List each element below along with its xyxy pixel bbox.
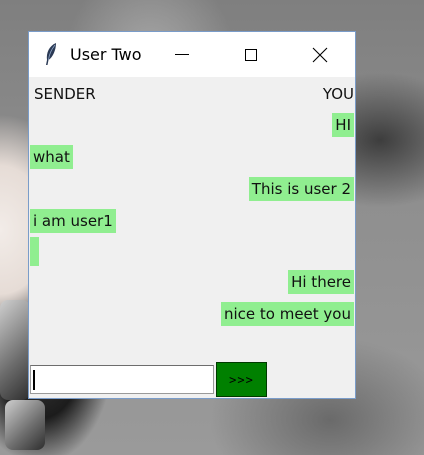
window-title: User Two [70, 45, 142, 64]
chat-window: User Two SENDER YOU HI what This is user… [28, 31, 356, 399]
feather-icon [43, 42, 59, 66]
close-button[interactable] [297, 32, 343, 77]
chat-message-incoming-empty [30, 237, 39, 266]
wallpaper-motorcycle-part [0, 300, 30, 400]
chat-message-outgoing: Hi there [288, 270, 354, 294]
chat-message-outgoing: This is user 2 [248, 177, 354, 201]
close-icon [312, 47, 328, 62]
you-column-header: YOU [322, 85, 354, 103]
text-caret [33, 370, 35, 390]
message-input[interactable] [30, 365, 214, 394]
minimize-button[interactable] [159, 32, 205, 77]
title-bar[interactable]: User Two [29, 32, 355, 77]
chat-message-outgoing: HI [332, 113, 354, 137]
maximize-icon [245, 48, 257, 61]
sender-column-header: SENDER [34, 85, 96, 103]
chat-message-outgoing: nice to meet you [220, 302, 354, 326]
send-button[interactable]: >>> [216, 362, 267, 397]
maximize-button[interactable] [228, 32, 274, 77]
chat-area: SENDER YOU HI what This is user 2 i am u… [29, 77, 355, 398]
chat-message-incoming: what [30, 145, 73, 169]
chat-message-incoming: i am user1 [30, 209, 116, 233]
wallpaper-motorcycle-part [5, 400, 45, 450]
minimize-icon [175, 54, 189, 55]
